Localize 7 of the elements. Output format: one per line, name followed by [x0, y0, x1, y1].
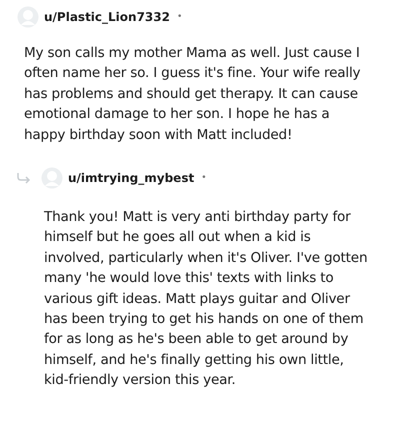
reply-arrow-icon: [16, 172, 32, 184]
separator-dot: •: [201, 173, 207, 184]
comment-text: My son calls my mother Mama as well. Just cause I often name her so. I guess it's fine. Your wife really has problems and should get therapy. It can cause emotional damage to her son. I hope he has a happy birthday soon with Matt included!: [24, 44, 362, 145]
username[interactable]: u/imtrying_mybest: [68, 171, 194, 186]
separator-dot: •: [176, 12, 182, 22]
comment-text: Thank you! Matt is very anti birthday party for himself but he goes all out when a kid is involved, particularly when it's Oliver. I've gotten many 'he would love this' texts with links to various gift ideas. Matt plays guitar and Oliver has been trying to get his hands on one of them for as long as he's been able to get around by himself, and he's finally getting his own little, kid-friendly version this year.: [44, 208, 368, 390]
username[interactable]: u/Plastic_Lion7332: [44, 10, 170, 24]
